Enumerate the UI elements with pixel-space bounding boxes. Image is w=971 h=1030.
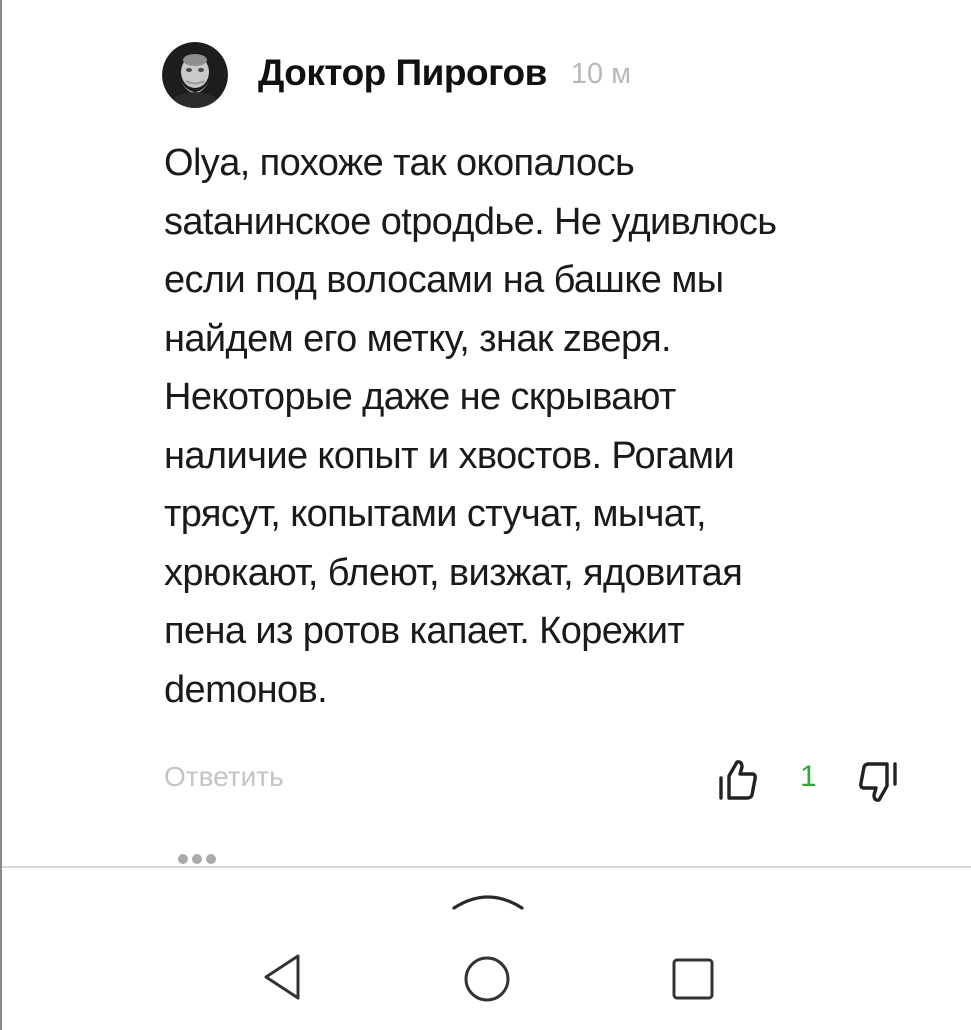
more-options-button[interactable] [178,851,226,865]
like-count: 1 [800,760,817,793]
comment-text: Olya, похоже так окопалось sataнинское o… [164,142,777,711]
system-navigation-bar [2,866,971,1030]
comment-header: Доктор Пирогов 10 м [162,42,631,108]
thumbs-down-icon [859,762,897,802]
like-button[interactable] [717,758,759,802]
reply-button[interactable]: Ответить [164,761,284,793]
comment-card: Доктор Пирогов 10 м Olya, похоже так око… [2,0,971,866]
circle-home-icon [464,956,510,1002]
square-recents-icon [672,958,714,1000]
dot [178,854,188,864]
thumbs-up-icon [719,760,757,800]
author-name[interactable]: Доктор Пирогов [258,52,547,94]
back-button[interactable] [258,950,306,1004]
dot [192,854,202,864]
triangle-back-icon [264,954,300,1000]
home-button[interactable] [462,954,512,1004]
recents-button[interactable] [670,956,716,1002]
screen: Доктор Пирогов 10 м Olya, похоже так око… [0,0,971,1030]
chevron-up-icon[interactable] [448,884,528,914]
dislike-button[interactable] [855,760,901,804]
comment-time: 10 м [570,57,632,90]
author-avatar[interactable] [162,42,228,108]
dot [206,854,216,864]
